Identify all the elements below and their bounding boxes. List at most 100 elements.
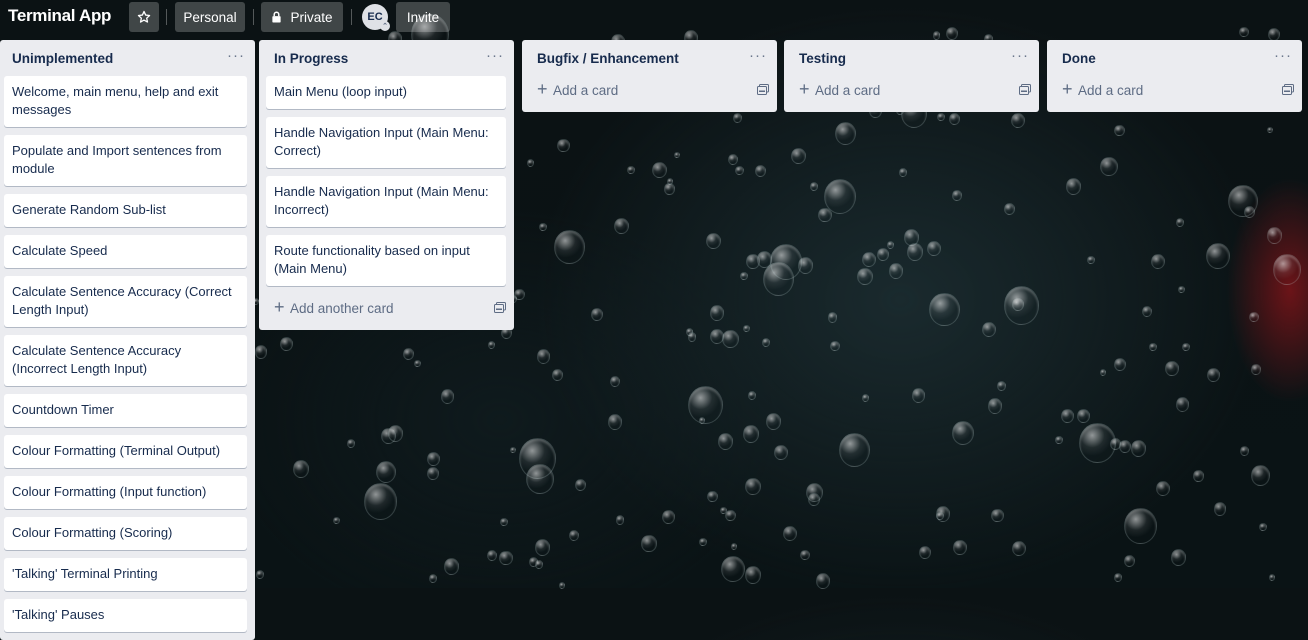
raindrop <box>526 464 554 495</box>
list-title[interactable]: In Progress <box>274 51 348 66</box>
raindrop <box>1156 481 1171 497</box>
card[interactable]: 'Talking' Terminal Printing <box>4 558 247 591</box>
raindrop <box>1205 242 1230 270</box>
raindrop <box>1266 126 1273 134</box>
add-card-button[interactable]: + Add a card <box>1054 76 1294 106</box>
card[interactable]: Handle Navigation Input (Main Menu: Inco… <box>266 176 506 227</box>
card[interactable]: Populate and Import sentences from modul… <box>4 135 247 186</box>
raindrop <box>1273 254 1302 285</box>
raindrop <box>906 242 924 261</box>
raindrop <box>774 445 789 461</box>
list-title[interactable]: Testing <box>799 51 846 66</box>
card[interactable]: Calculate Sentence Accuracy (Incorrect L… <box>4 335 247 386</box>
raindrop <box>673 151 681 159</box>
raindrop <box>1113 573 1122 583</box>
card[interactable]: Generate Random Sub-list <box>4 194 247 227</box>
card[interactable]: Colour Formatting (Input function) <box>4 476 247 509</box>
raindrop <box>1248 311 1259 323</box>
raindrop <box>1170 549 1187 567</box>
raindrop <box>534 560 543 569</box>
visibility-label: Private <box>290 9 333 25</box>
list-header: Testing ··· <box>784 40 1039 76</box>
list-in-progress: In Progress ··· Main Menu (loop input) H… <box>259 40 514 330</box>
list-title[interactable]: Bugfix / Enhancement <box>537 51 679 66</box>
card-template-icon[interactable] <box>494 302 506 313</box>
raindrop <box>427 451 441 466</box>
raindrop <box>332 516 340 524</box>
board-title[interactable]: Terminal App <box>8 6 111 26</box>
raindrop <box>615 515 625 525</box>
raindrop <box>500 517 509 527</box>
card[interactable]: Calculate Speed <box>4 235 247 268</box>
raindrop <box>953 540 967 555</box>
header-divider <box>351 9 352 25</box>
raindrop <box>834 122 856 146</box>
raindrop <box>745 478 761 495</box>
visibility-button[interactable]: Private <box>261 2 343 32</box>
card[interactable]: Calculate Sentence Accuracy (Correct Len… <box>4 276 247 327</box>
avatar-initials: EC <box>367 11 383 23</box>
card[interactable]: Colour Formatting (Terminal Output) <box>4 435 247 468</box>
card[interactable]: 'Talking' Pauses <box>4 599 247 632</box>
workspace-button[interactable]: Personal <box>175 2 245 32</box>
more-horizontal-icon[interactable]: ··· <box>227 47 245 64</box>
card[interactable]: Colour Formatting (Scoring) <box>4 517 247 550</box>
raindrop <box>1099 368 1107 376</box>
raindrop <box>590 308 603 322</box>
add-card-button[interactable]: + Add a card <box>791 76 1031 106</box>
list-title[interactable]: Done <box>1062 51 1096 66</box>
raindrop <box>744 566 762 585</box>
raindrop <box>991 508 1005 523</box>
raindrop <box>664 183 675 195</box>
raindrop <box>292 459 310 478</box>
raindrop <box>1124 508 1157 544</box>
raindrop <box>1078 422 1116 464</box>
card[interactable]: Welcome, main menu, help and exit messag… <box>4 76 247 127</box>
raindrop <box>1182 342 1190 351</box>
raindrop <box>526 158 535 167</box>
raindrop <box>509 446 516 454</box>
list-unimplemented: Unimplemented ··· Welcome, main menu, he… <box>0 40 255 640</box>
raindrop <box>747 391 756 400</box>
raindrop <box>539 222 547 232</box>
card[interactable]: Route functionality based on input (Main… <box>266 235 506 286</box>
raindrop <box>981 321 996 337</box>
add-card-button[interactable]: + Add a card <box>529 76 769 106</box>
raindrop <box>996 380 1007 392</box>
more-horizontal-icon[interactable]: ··· <box>749 47 767 64</box>
star-button[interactable] <box>129 2 159 32</box>
raindrop <box>346 439 355 448</box>
more-horizontal-icon[interactable]: ··· <box>1011 47 1029 64</box>
card-template-icon[interactable] <box>1019 84 1031 95</box>
raindrop <box>808 493 821 507</box>
add-card-button[interactable]: + Add another card <box>266 294 506 324</box>
card-template-icon[interactable] <box>757 84 769 95</box>
card-template-icon[interactable] <box>1282 84 1294 95</box>
more-horizontal-icon[interactable]: ··· <box>486 47 504 64</box>
raindrop <box>756 250 773 268</box>
raindrop <box>730 542 738 550</box>
card[interactable]: Handle Navigation Input (Main Menu: Corr… <box>266 117 506 168</box>
more-horizontal-icon[interactable]: ··· <box>1274 47 1292 64</box>
raindrop <box>827 312 838 323</box>
raindrop <box>534 539 551 557</box>
raindrop <box>1213 502 1227 516</box>
raindrop <box>717 433 734 451</box>
raindrop <box>754 164 766 177</box>
list-title[interactable]: Unimplemented <box>12 51 113 66</box>
invite-button[interactable]: Invite <box>396 2 450 32</box>
raindrop <box>536 349 550 364</box>
raindrop <box>952 190 962 201</box>
raindrop <box>1114 124 1125 136</box>
raindrop <box>735 166 744 176</box>
raindrop <box>1077 408 1091 424</box>
avatar[interactable]: EC ⌃ <box>362 4 390 31</box>
raindrop <box>1055 436 1063 444</box>
raindrop <box>1258 522 1267 532</box>
card[interactable]: Main Menu (loop input) <box>266 76 506 109</box>
raindrop <box>1011 112 1026 129</box>
card[interactable]: Countdown Timer <box>4 394 247 427</box>
raindrop <box>1060 408 1074 424</box>
raindrop <box>705 232 721 250</box>
raindrop <box>810 181 819 191</box>
